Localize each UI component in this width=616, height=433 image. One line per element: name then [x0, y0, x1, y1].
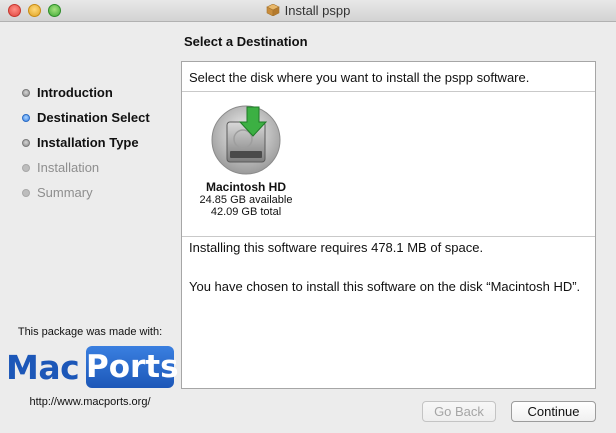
- go-back-button[interactable]: Go Back: [422, 401, 496, 422]
- continue-button[interactable]: Continue: [511, 401, 596, 422]
- title-bar: Install pspp: [0, 0, 616, 22]
- step-indicator-icon: [22, 88, 30, 97]
- disk-available: 24.85 GB available: [199, 194, 293, 206]
- step-indicator-icon: [22, 163, 30, 172]
- step-indicator-icon: [22, 138, 30, 147]
- step-label: Introduction: [37, 85, 113, 100]
- installer-steps: Introduction Destination Select Installa…: [22, 80, 150, 205]
- package-icon: [265, 4, 280, 16]
- window-title: Install pspp: [284, 3, 351, 18]
- step-label: Summary: [37, 185, 93, 200]
- step-introduction: Introduction: [22, 80, 150, 105]
- made-with-label: This package was made with:: [17, 326, 163, 338]
- hard-disk-icon: [211, 105, 281, 175]
- step-installation-type: Installation Type: [22, 130, 150, 155]
- disk-name: Macintosh HD: [205, 180, 286, 194]
- chosen-disk-text: You have chosen to install this software…: [189, 279, 581, 294]
- step-installation: Installation: [22, 155, 150, 180]
- space-requirement-text: Installing this software requires 478.1 …: [189, 240, 484, 255]
- step-summary: Summary: [22, 180, 150, 205]
- disk-total: 42.09 GB total: [210, 206, 282, 218]
- macports-logo: Mac Ports: [6, 346, 179, 388]
- macports-url: http://www.macports.org/: [29, 396, 151, 408]
- page-title: Select a Destination: [184, 34, 308, 49]
- step-label: Installation: [37, 160, 100, 175]
- step-indicator-icon: [22, 113, 30, 122]
- logo-text-mac: Mac: [6, 348, 80, 387]
- logo-text-ports: Ports: [86, 346, 179, 388]
- destination-prompt: Select the disk where you want to instal…: [182, 62, 595, 92]
- step-label: Installation Type: [37, 135, 139, 150]
- destination-info: Installing this software requires 478.1 …: [189, 240, 589, 294]
- step-indicator-icon: [22, 188, 30, 197]
- destination-panel: Select the disk where you want to instal…: [181, 61, 596, 389]
- disk-list: Macintosh HD 24.85 GB available 42.09 GB…: [182, 92, 595, 237]
- disk-macintosh-hd[interactable]: Macintosh HD 24.85 GB available 42.09 GB…: [192, 104, 300, 218]
- step-label: Destination Select: [37, 110, 150, 125]
- installer-window: Install pspp Introduction Destination Se…: [0, 0, 616, 433]
- window-title-container: Install pspp: [0, 3, 616, 18]
- step-destination-select: Destination Select: [22, 105, 150, 130]
